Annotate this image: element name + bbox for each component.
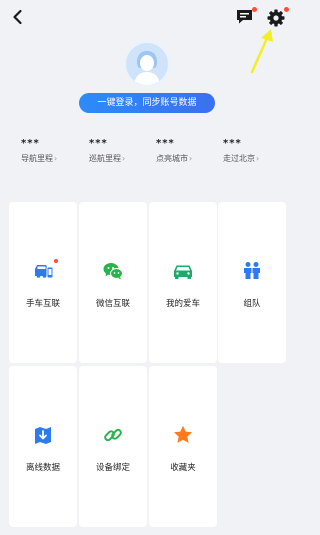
annotation-arrow-icon — [250, 29, 273, 74]
chevron-right-icon: › — [189, 154, 193, 163]
feature-badge-dot — [54, 259, 58, 263]
stat-value: *** — [223, 138, 242, 149]
settings-button[interactable] — [266, 8, 286, 28]
car-icon — [174, 265, 192, 279]
link-icon — [104, 428, 122, 442]
stat-visited-beijing[interactable]: *** 走过北京› — [223, 138, 293, 164]
team-icon — [244, 262, 260, 279]
offline-download-icon — [35, 427, 51, 444]
wechat-icon — [103, 263, 123, 280]
stat-value: *** — [156, 138, 175, 149]
feature-phone-car-link[interactable]: 手车互联 — [9, 202, 77, 363]
feature-favorites[interactable]: 收藏夹 — [149, 366, 217, 527]
feature-offline-data[interactable]: 离线数据 — [9, 366, 77, 527]
chevron-right-icon: › — [54, 154, 58, 163]
stat-label: 巡航里程› — [89, 154, 126, 163]
chevron-left-icon — [13, 9, 22, 25]
message-notification-dot — [252, 7, 257, 12]
feature-label: 收藏夹 — [170, 463, 196, 473]
feature-my-car[interactable]: 我的爱车 — [149, 202, 217, 363]
feature-label: 我的爱车 — [165, 299, 200, 309]
stat-cruise-mileage[interactable]: *** 巡航里程› — [89, 138, 159, 164]
gear-icon — [267, 9, 285, 27]
phone-car-icon — [35, 265, 54, 279]
stats-row: *** 导航里程› *** 巡航里程› *** 点亮城市› *** 走过北京› — [0, 138, 300, 170]
stat-label: 导航里程› — [21, 154, 58, 163]
chevron-right-icon: › — [256, 154, 260, 163]
feature-device-binding[interactable]: 设备绑定 — [79, 366, 147, 527]
stat-nav-mileage[interactable]: *** 导航里程› — [21, 138, 91, 164]
feature-label: 离线数据 — [25, 463, 60, 473]
settings-notification-dot — [284, 7, 289, 12]
feature-wechat-link[interactable]: 微信互联 — [79, 202, 147, 363]
feature-label: 设备绑定 — [95, 463, 130, 473]
feature-label: 组队 — [243, 299, 261, 309]
stat-label: 走过北京› — [223, 154, 260, 163]
star-icon — [174, 425, 192, 443]
feature-label: 微信互联 — [95, 299, 130, 309]
feature-label: 手车互联 — [25, 299, 60, 309]
feature-team[interactable]: 组队 — [218, 202, 286, 363]
avatar[interactable] — [124, 41, 170, 87]
stat-value: *** — [89, 138, 108, 149]
stat-label: 点亮城市› — [156, 154, 193, 163]
stat-value: *** — [21, 138, 40, 149]
default-user-icon — [126, 43, 168, 85]
chevron-right-icon: › — [122, 154, 126, 163]
back-button[interactable] — [8, 7, 28, 27]
one-tap-login-button[interactable]: 一键登录，同步账号数据 — [79, 93, 215, 113]
stat-lit-cities[interactable]: *** 点亮城市› — [156, 138, 226, 164]
